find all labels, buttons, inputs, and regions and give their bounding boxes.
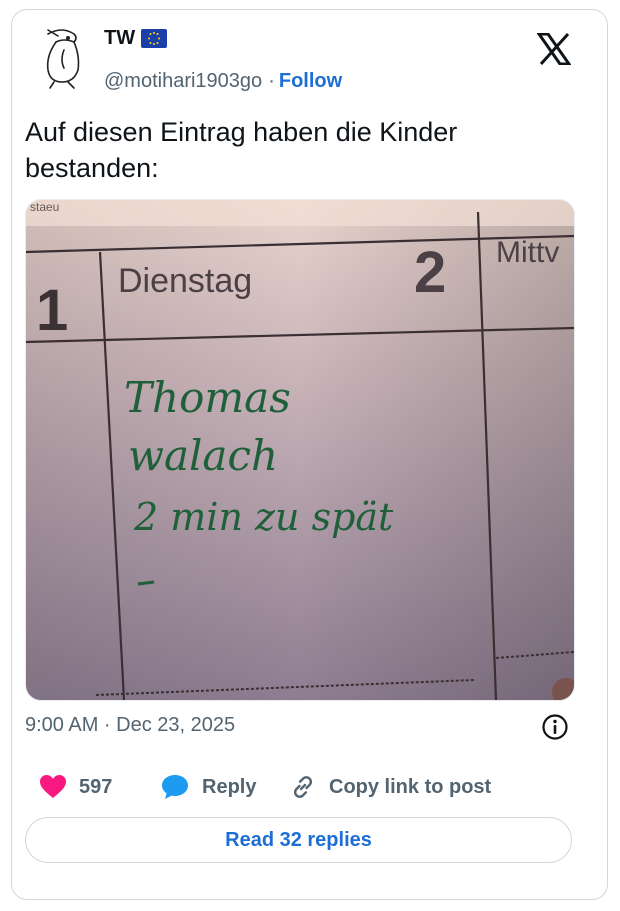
timestamp[interactable]: 9:00 AM · Dec 23, 2025 [25,714,235,737]
reply-button[interactable]: Reply [160,770,256,804]
header-number-right: 2 [414,240,446,305]
author-name[interactable]: TW [104,27,135,50]
handwriting-line1: Thomas [124,373,291,422]
reply-label: Reply [202,775,257,798]
copy-link-label: Copy link to post [329,775,492,798]
post-text: Auf diesen Eintrag haben die Kinder best… [25,117,458,183]
author-handle-row: @motihari1903go · Follow [104,70,342,93]
like-button[interactable]: 597 [39,770,112,804]
link-icon [289,773,317,801]
handwriting-line2: walach [128,431,278,480]
heart-icon [39,774,67,800]
speech-bubble-icon [160,773,190,801]
author-handle[interactable]: @motihari1903go [104,70,262,93]
author-name-row[interactable]: TW [104,27,168,50]
info-icon[interactable] [541,713,569,741]
top-cut-text: staeu [30,200,59,214]
handwriting-dash [137,580,155,586]
follow-button[interactable]: Follow [279,70,342,93]
read-replies-button[interactable]: Read 32 replies [25,817,572,863]
header-next-day: Mittv [496,236,559,269]
post-photo[interactable]: staeu 1 Dienstag 2 Mittv Thomas walach 2… [25,199,575,701]
penguin-sketch-avatar-icon [46,29,80,89]
x-logo-icon[interactable] [536,32,572,66]
eu-flag-icon [141,29,168,48]
action-bar: 597 Reply Copy link to post [25,770,585,804]
like-count: 597 [79,775,113,798]
header-day: Dienstag [118,262,252,300]
handwriting-line3: 2 min zu spät [133,495,394,539]
calendar-photo: staeu 1 Dienstag 2 Mittv Thomas walach 2… [26,200,574,700]
avatar[interactable] [34,26,90,90]
copy-link-button[interactable]: Copy link to post [289,770,491,804]
header-number-left: 1 [36,278,68,343]
separator: · [268,70,275,92]
